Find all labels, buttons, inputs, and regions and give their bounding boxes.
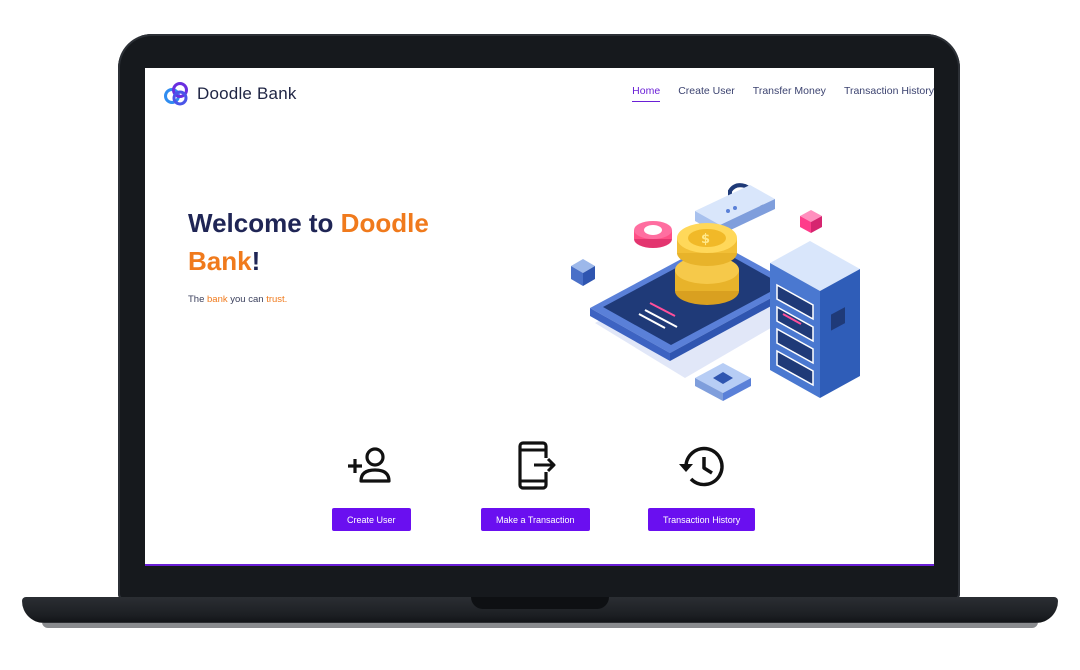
- nav-transfer-money[interactable]: Transfer Money: [753, 85, 826, 102]
- top-nav: Home Create User Transfer Money Transact…: [632, 85, 934, 102]
- nav-transaction-history[interactable]: Transaction History: [844, 85, 934, 102]
- svg-text:$: $: [701, 232, 710, 247]
- brand-logo[interactable]: Doodle Bank: [163, 81, 297, 107]
- history-icon: [678, 446, 724, 487]
- action-transaction-history: Transaction History: [648, 440, 756, 531]
- doodle-logo-icon: [164, 82, 188, 106]
- tagline-accent: bank: [207, 294, 228, 305]
- nav-home[interactable]: Home: [632, 85, 661, 102]
- tagline-part: The: [188, 294, 208, 305]
- hero-title-suffix: !: [251, 246, 261, 276]
- make-transaction-button[interactable]: Make a Transaction: [481, 508, 590, 531]
- banking-illustration: $: [571, 183, 860, 401]
- mobile-transfer-icon: [518, 441, 556, 490]
- laptop-shadow: [42, 622, 1038, 628]
- tagline-part: you can: [227, 294, 267, 305]
- transaction-history-button[interactable]: Transaction History: [648, 508, 756, 531]
- action-create-user: Create User: [332, 440, 411, 531]
- create-user-button[interactable]: Create User: [332, 508, 411, 531]
- brand-name: Doodle Bank: [197, 84, 297, 103]
- hero-title-accent: Doodle: [340, 208, 429, 238]
- hero-title-prefix: Welcome to: [188, 208, 341, 238]
- add-user-icon: [348, 447, 391, 483]
- hero-title-accent-2: Bank: [188, 246, 252, 276]
- laptop-screen: Doodle Bank Home Create User Transfer Mo…: [145, 68, 934, 566]
- nav-create-user[interactable]: Create User: [678, 85, 735, 102]
- action-make-transaction: Make a Transaction: [481, 440, 590, 531]
- hero-title: Welcome to Doodle Bank!: [188, 204, 488, 280]
- hero-tagline: The bank you can trust.: [188, 294, 287, 305]
- laptop-notch: [471, 597, 609, 609]
- tagline-accent: trust.: [266, 294, 288, 305]
